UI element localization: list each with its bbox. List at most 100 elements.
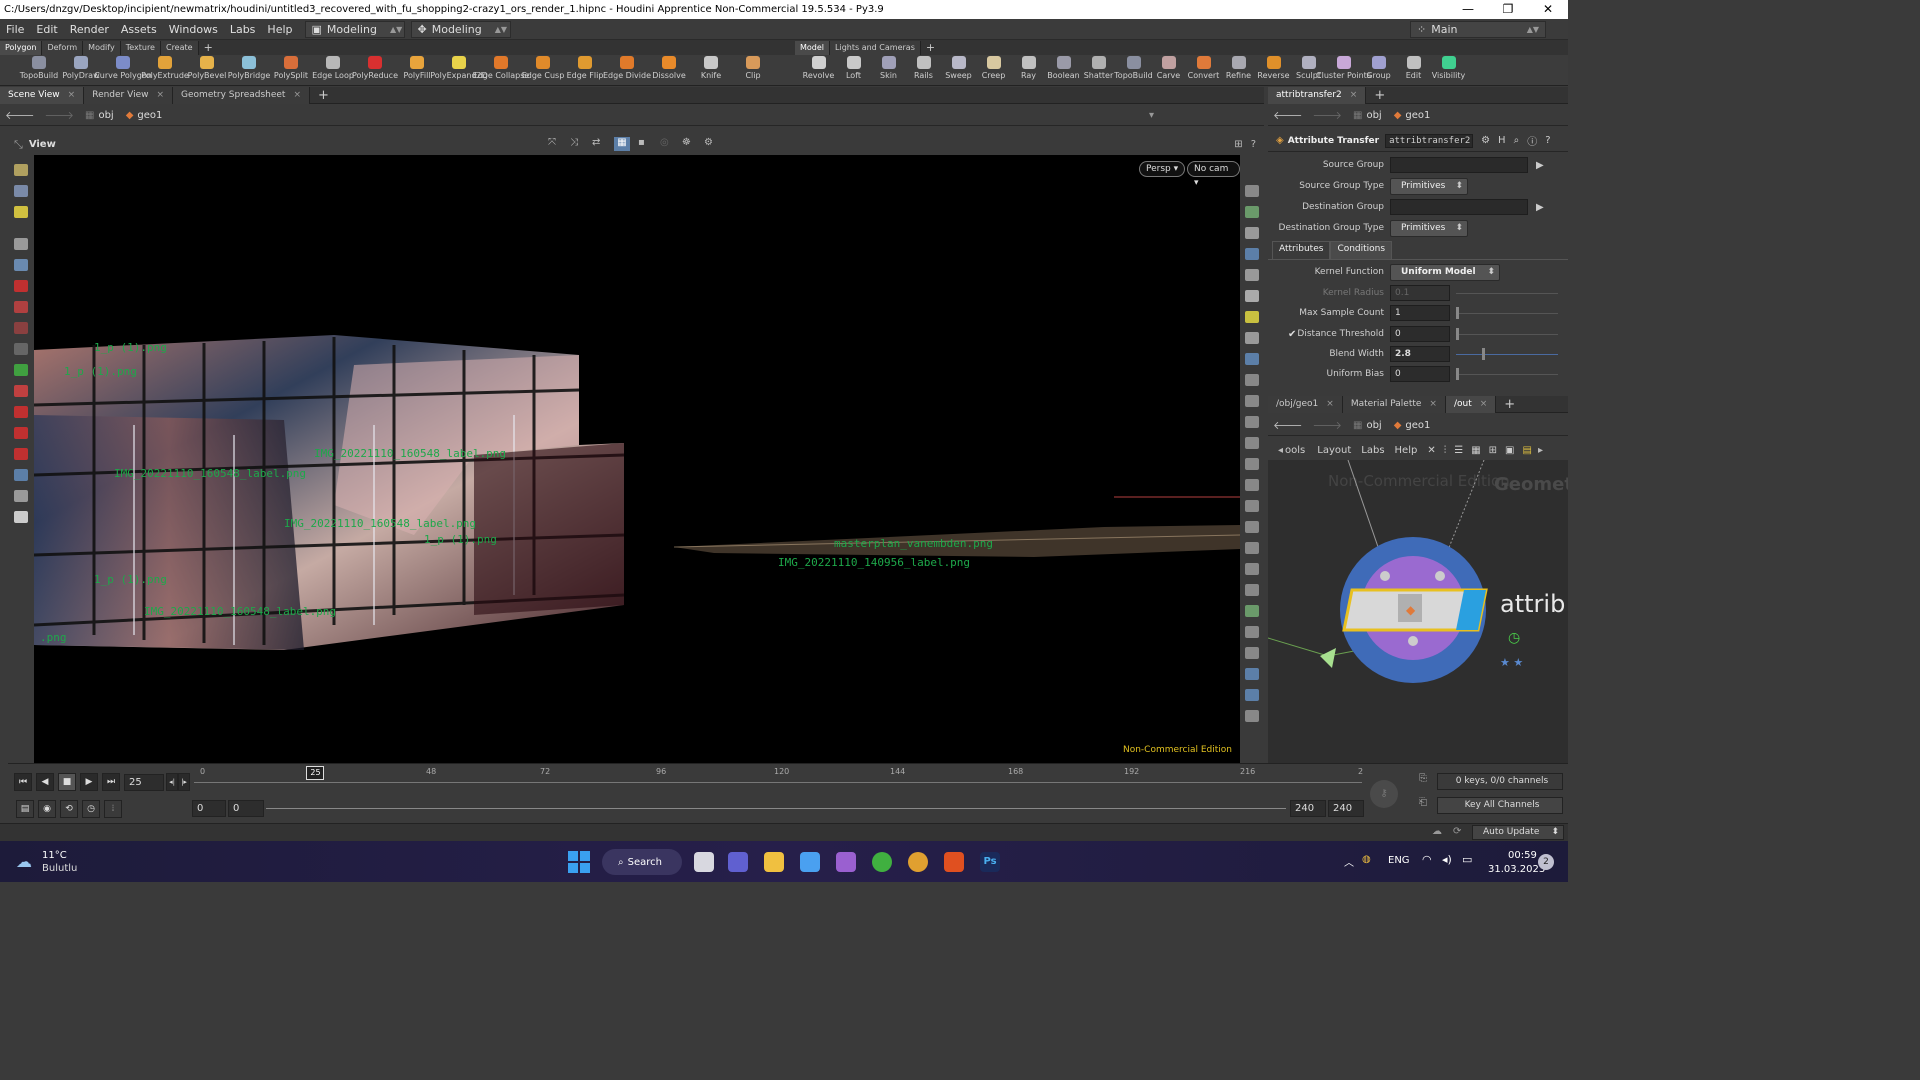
- tab-render-view[interactable]: Render View ×: [84, 86, 174, 104]
- app-icon[interactable]: [836, 852, 856, 872]
- list-icon[interactable]: ☰: [1454, 445, 1463, 456]
- frame-icon[interactable]: [1245, 542, 1259, 554]
- tab-material-palette[interactable]: Material Palette ×: [1342, 395, 1446, 413]
- kernel-radius-field[interactable]: 0.1: [1390, 285, 1450, 301]
- shelf-tab-lights-and-cameras[interactable]: Lights and Cameras: [830, 40, 921, 55]
- mesh-icon[interactable]: [1245, 563, 1259, 575]
- tool-cluster-points[interactable]: Cluster Points: [1316, 55, 1371, 80]
- add-tab-icon[interactable]: +: [310, 87, 337, 104]
- light-icon[interactable]: [1245, 290, 1259, 302]
- menu-labs[interactable]: Labs: [224, 23, 262, 36]
- tool-edge-cusp[interactable]: Edge Cusp: [522, 55, 564, 80]
- shelf-tab-model[interactable]: Model: [795, 40, 831, 55]
- tab-scene-view[interactable]: Scene View ×: [0, 86, 85, 104]
- file-explorer-icon[interactable]: [764, 852, 784, 872]
- add-shelf-icon[interactable]: +: [199, 41, 218, 55]
- back-arrow-icon[interactable]: 🡐: [1268, 418, 1308, 432]
- select-arrow-icon[interactable]: ▶: [1536, 202, 1544, 213]
- picture-icon[interactable]: [1245, 668, 1259, 680]
- tool-edge-flip[interactable]: Edge Flip: [564, 55, 606, 80]
- menu-help[interactable]: Help: [261, 23, 298, 36]
- help-icon[interactable]: ?: [1251, 139, 1256, 150]
- weather-cloud-icon[interactable]: ☁: [16, 852, 32, 871]
- tab-obj-geo1[interactable]: /obj/geo1 ×: [1268, 395, 1343, 413]
- pin-icon[interactable]: [1245, 626, 1259, 638]
- shadow-icon[interactable]: [1245, 332, 1259, 344]
- loop-icon[interactable]: ⟲: [60, 800, 78, 818]
- playhead[interactable]: 25: [306, 766, 325, 780]
- path-geo1[interactable]: ◆ geo1: [120, 110, 169, 121]
- menu-edit[interactable]: Edit: [30, 23, 63, 36]
- ruler-icon[interactable]: [1245, 479, 1259, 491]
- uniform-bias-field[interactable]: 0: [1390, 366, 1450, 382]
- shelf-tab-deform[interactable]: Deform: [42, 40, 84, 55]
- weather-desc[interactable]: Bulutlu: [42, 863, 77, 874]
- display-option-icon[interactable]: [1245, 206, 1259, 218]
- tool-edge-loop[interactable]: Edge Loop: [312, 55, 354, 80]
- tool-edge-divide[interactable]: Edge Divide: [603, 55, 651, 80]
- tool-polyreduce[interactable]: PolyReduce: [352, 55, 398, 80]
- display-icon[interactable]: ☸: [682, 137, 696, 151]
- menu-help[interactable]: Help: [1395, 445, 1418, 456]
- brush-icon[interactable]: [1245, 437, 1259, 449]
- shelf-tab-polygon[interactable]: Polygon: [0, 40, 43, 55]
- tree-icon[interactable]: ⫶: [1444, 445, 1447, 456]
- tool-edit[interactable]: Edit: [1396, 55, 1431, 80]
- move-icon[interactable]: ⇄: [592, 137, 606, 151]
- clock-time[interactable]: 00:59: [1508, 850, 1537, 861]
- persp-button[interactable]: Persp ▾: [1139, 161, 1186, 177]
- pen-icon[interactable]: [1245, 458, 1259, 470]
- menu-layout[interactable]: Layout: [1317, 445, 1351, 456]
- menu-labs[interactable]: Labs: [1361, 445, 1384, 456]
- tool-dissolve[interactable]: Dissolve: [648, 55, 690, 80]
- shelf-tab-modify[interactable]: Modify: [83, 40, 121, 55]
- marker-icon[interactable]: [1245, 689, 1259, 701]
- houdini-icon[interactable]: [944, 852, 964, 872]
- tool-polybridge[interactable]: PolyBridge: [228, 55, 270, 80]
- uv-icon[interactable]: [1245, 605, 1259, 617]
- pose-icon[interactable]: [14, 343, 28, 355]
- gear-icon[interactable]: ⚙: [1481, 135, 1490, 146]
- path-obj[interactable]: ▦ obj: [79, 110, 120, 121]
- distance-threshold-field[interactable]: 0: [1390, 326, 1450, 342]
- distance-threshold-checkbox[interactable]: ✔: [1288, 329, 1296, 340]
- source-group-field[interactable]: [1390, 157, 1528, 173]
- tool-polysplit[interactable]: PolySplit: [270, 55, 312, 80]
- camera-icon[interactable]: [1245, 521, 1259, 533]
- bulb-icon[interactable]: [1245, 311, 1259, 323]
- info-icon[interactable]: [1245, 710, 1259, 722]
- range-slider[interactable]: [266, 808, 1286, 809]
- stop-button[interactable]: ■: [58, 773, 76, 791]
- tool-rails[interactable]: Rails: [906, 55, 941, 80]
- wifi-icon[interactable]: ◠: [1422, 853, 1432, 866]
- step-back-button[interactable]: ◀: [36, 773, 54, 791]
- blend-width-field[interactable]: 2.8: [1390, 346, 1450, 362]
- add-shelf-icon[interactable]: +: [921, 41, 940, 55]
- view-icon[interactable]: [14, 469, 28, 481]
- shaded-icon[interactable]: [1245, 269, 1259, 281]
- box-icon[interactable]: [14, 385, 28, 397]
- range-end-field[interactable]: 240: [1290, 800, 1326, 817]
- source-group-type-menu[interactable]: Primitives ⬍: [1390, 177, 1468, 195]
- camera-button[interactable]: No cam ▾: [1187, 161, 1240, 188]
- save-icon[interactable]: [1245, 647, 1259, 659]
- node-name-field[interactable]: attribtransfer2: [1385, 133, 1474, 148]
- tray-app-icon[interactable]: ◍: [1362, 854, 1371, 865]
- tool-curve-polygon[interactable]: Curve Polygon: [94, 55, 152, 80]
- axis-icon[interactable]: [14, 364, 28, 376]
- keys-icon[interactable]: ⦙: [104, 800, 122, 818]
- key-channel-icon[interactable]: ⎗: [1419, 797, 1433, 811]
- lock-icon[interactable]: [1245, 227, 1259, 239]
- language-indicator[interactable]: ENG: [1388, 855, 1410, 866]
- menu-file[interactable]: File: [0, 23, 30, 36]
- tool-sweep[interactable]: Sweep: [941, 55, 976, 80]
- tab-conditions[interactable]: Conditions: [1330, 241, 1393, 259]
- range-start-field-2[interactable]: 0: [228, 800, 264, 817]
- tool-topobuild[interactable]: TopoBuild: [1114, 55, 1153, 80]
- tool-group[interactable]: Group: [1361, 55, 1396, 80]
- tool-boolean[interactable]: Boolean: [1046, 55, 1081, 80]
- auto-update-menu[interactable]: Auto Update ⬍: [1472, 825, 1564, 840]
- dot-icon[interactable]: [1245, 416, 1259, 428]
- note-icon[interactable]: ▤: [1523, 445, 1532, 456]
- teams-icon[interactable]: [728, 852, 748, 872]
